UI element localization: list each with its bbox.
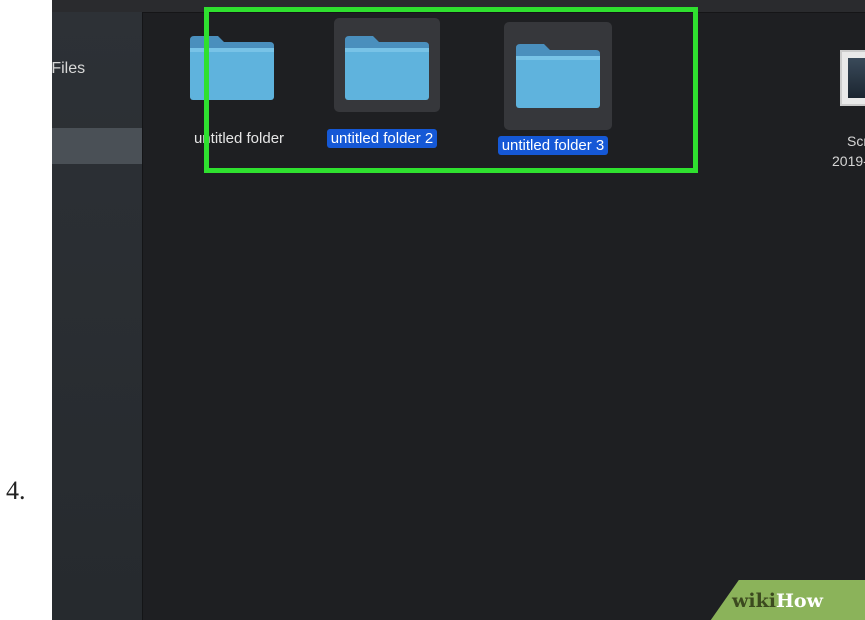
finder-window: d Files untitled folder untitled folder … xyxy=(52,0,865,620)
selection-highlight-box xyxy=(204,7,698,173)
sidebar-item-files[interactable]: d Files xyxy=(52,60,85,78)
file-name[interactable]: Scre xyxy=(847,133,865,149)
wikihow-watermark: wikiHow xyxy=(732,590,823,612)
sidebar: d Files xyxy=(52,12,143,620)
image-thumbnail-icon[interactable] xyxy=(840,50,865,106)
step-number: 4. xyxy=(6,476,26,505)
sidebar-selected-item[interactable] xyxy=(52,128,142,164)
file-date: 2019-0 xyxy=(832,153,865,169)
